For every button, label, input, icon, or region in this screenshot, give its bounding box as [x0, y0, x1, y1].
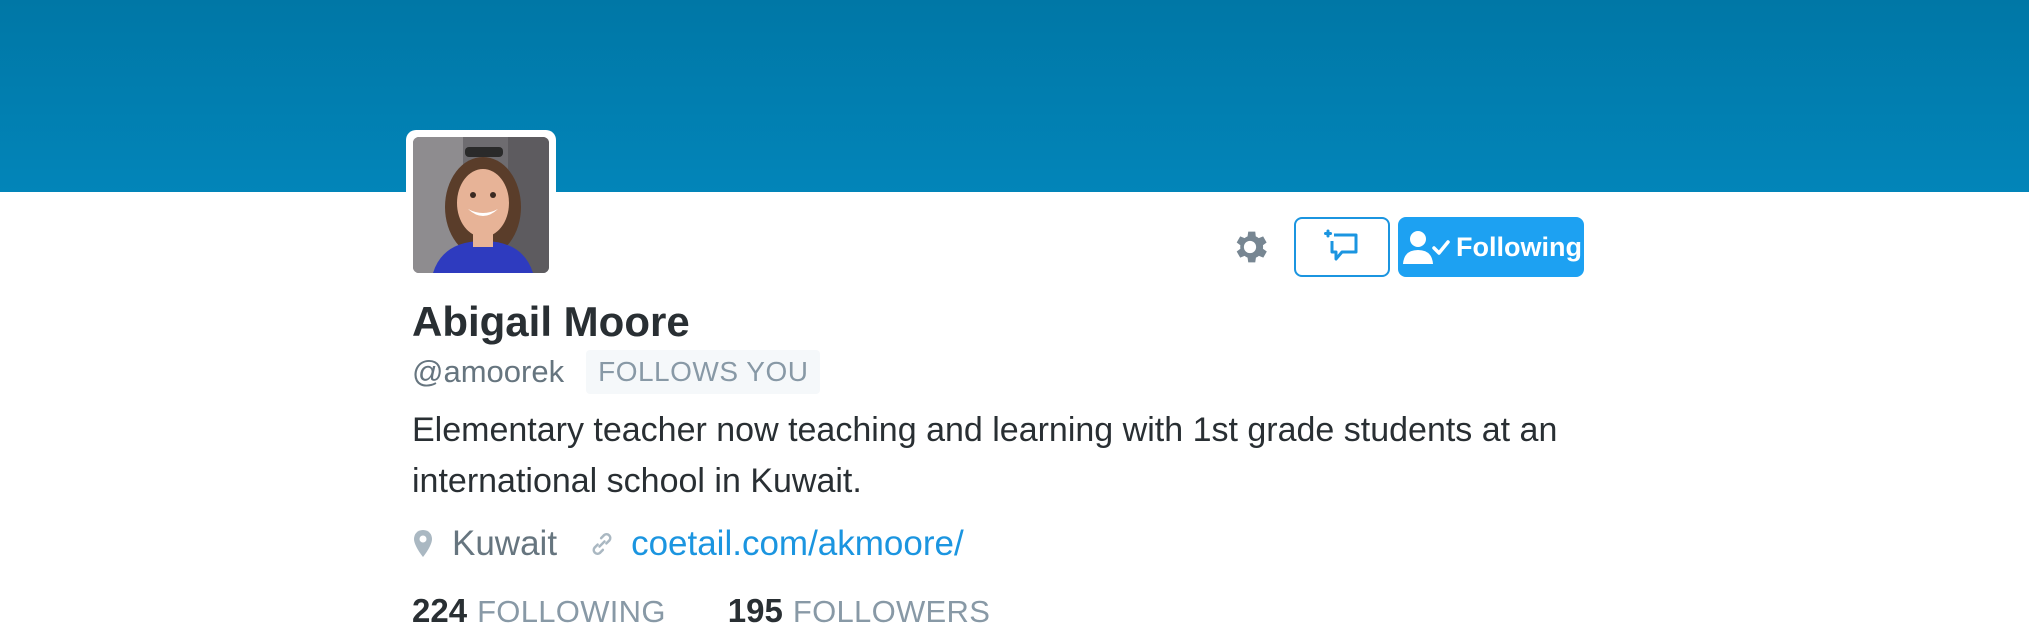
following-label: FOLLOWING: [477, 594, 666, 629]
settings-button[interactable]: [1228, 225, 1272, 269]
profile-actions: Following: [1228, 217, 1584, 277]
following-count: 224: [412, 592, 468, 629]
location-pin-icon: [414, 530, 432, 557]
profile-website-link[interactable]: coetail.com/akmoore/: [631, 524, 964, 564]
profile-name: Abigail Moore: [412, 298, 690, 345]
link-icon: [592, 533, 612, 555]
followers-stat[interactable]: 195 FOLLOWERS: [728, 592, 990, 630]
handle-row: @amoorek FOLLOWS YOU: [412, 350, 821, 394]
profile-handle[interactable]: @amoorek: [412, 354, 564, 390]
followers-count: 195: [727, 592, 783, 629]
following-button[interactable]: Following: [1398, 217, 1584, 277]
follows-you-badge: FOLLOWS YOU: [586, 350, 821, 394]
avatar[interactable]: [413, 137, 549, 273]
profile-page: Following Abigail Moore @amoorek FOLLOWS…: [0, 0, 2029, 641]
followers-label: FOLLOWERS: [792, 594, 991, 629]
following-button-label: Following: [1456, 231, 1582, 262]
user-check-icon: [1403, 231, 1450, 264]
new-message-icon: [1324, 229, 1358, 261]
following-stat[interactable]: 224 FOLLOWING: [412, 592, 666, 630]
profile-stats: 224 FOLLOWING 195 FOLLOWERS: [412, 586, 990, 636]
gear-icon: [1236, 231, 1267, 263]
profile-banner: [0, 0, 2029, 192]
avatar-frame: [406, 130, 556, 280]
direct-message-button[interactable]: [1294, 217, 1390, 277]
profile-location: Kuwait: [452, 524, 558, 563]
profile-meta: Kuwait coetail.com/akmoore/: [412, 518, 964, 570]
profile-bio: Elementary teacher now teaching and lear…: [412, 411, 1558, 500]
